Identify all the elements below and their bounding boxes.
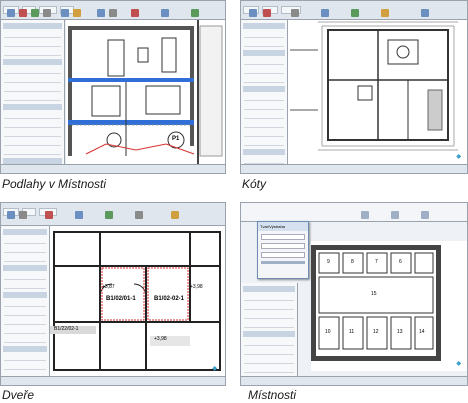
properties-palette[interactable]	[1, 226, 50, 379]
room-number: 13	[397, 329, 403, 335]
tool-icon[interactable]	[7, 211, 15, 219]
tool-icon[interactable]	[421, 9, 429, 17]
tool-icon[interactable]	[391, 211, 399, 219]
tool-icon[interactable]	[75, 211, 83, 219]
dimension-label: +3,87	[102, 284, 115, 290]
tool-icon[interactable]	[7, 9, 15, 17]
status-bar	[241, 376, 467, 385]
tool-icon[interactable]	[97, 9, 105, 17]
tool-icon[interactable]	[263, 9, 271, 17]
door-tag: B1/02-02-1	[154, 296, 185, 302]
tool-icon[interactable]	[19, 9, 27, 17]
ribbon	[241, 1, 467, 20]
caption-doors: Dveře	[2, 388, 35, 402]
tool-icon[interactable]	[249, 9, 257, 17]
dialog-field[interactable]	[261, 252, 305, 258]
room-number: 6	[399, 259, 402, 265]
tool-icon[interactable]	[61, 9, 69, 17]
properties-palette[interactable]	[241, 20, 288, 173]
caption-dimensions: Kóty	[242, 177, 267, 191]
tool-icon[interactable]	[361, 211, 369, 219]
status-bar	[1, 376, 225, 385]
drawing-canvas[interactable]: ◆	[288, 20, 467, 164]
tool-icon[interactable]	[421, 211, 429, 219]
room-number: 7	[375, 259, 378, 265]
ribbon	[1, 1, 225, 20]
drawing-canvas[interactable]: 9 8 7 6 15 10 11 12 13 14 ◆	[311, 241, 467, 371]
room-number: 15	[371, 291, 377, 297]
tool-icon[interactable]	[45, 211, 53, 219]
dialog-checkbox[interactable]	[261, 261, 305, 264]
tool-icon[interactable]	[109, 9, 117, 17]
properties-palette[interactable]	[241, 283, 298, 382]
status-bar	[241, 164, 467, 173]
door-tag: B1/22/02-1	[54, 326, 79, 332]
logo: ◆	[456, 154, 461, 160]
ribbon	[241, 203, 467, 222]
tool-icon[interactable]	[43, 9, 51, 17]
tool-icon[interactable]	[191, 9, 199, 17]
room-tag: P1	[171, 136, 180, 142]
screenshot-floors: P1	[0, 0, 226, 174]
drawing-canvas[interactable]: P1	[65, 20, 225, 164]
dialog-field[interactable]	[261, 243, 305, 249]
room-number: 9	[327, 259, 330, 265]
tool-icon[interactable]	[171, 211, 179, 219]
caption-floors: Podlahy v Místnosti	[2, 177, 107, 191]
tool-icon[interactable]	[351, 9, 359, 17]
caption-rooms: Místnosti	[248, 388, 297, 402]
screenshot-doors: +3,87 +3,98 B1/02/01-1 B1/02-02-1 B1/22/…	[0, 202, 226, 386]
room-number: 10	[325, 329, 331, 335]
tool-icon[interactable]	[19, 211, 27, 219]
room-number: 11	[349, 329, 355, 335]
drawing-canvas[interactable]: +3,87 +3,98 B1/02/01-1 B1/02-02-1 B1/22/…	[50, 226, 225, 376]
dialog-title-row: Tvar/Výstraha	[258, 222, 308, 231]
dimension-label: +3,98	[190, 284, 203, 290]
room-number: 12	[373, 329, 379, 335]
tool-icon[interactable]	[381, 9, 389, 17]
tool-icon[interactable]	[131, 9, 139, 17]
logo: ◆	[456, 361, 461, 367]
screenshot-rooms: Tvar/Výstraha 9 8 7 6 15 10 11 12 13 14 …	[240, 202, 468, 386]
properties-palette[interactable]	[1, 20, 65, 173]
door-tag: B1/02/01-1	[106, 296, 136, 302]
status-bar	[1, 164, 225, 173]
tool-icon[interactable]	[161, 9, 169, 17]
room-number: 8	[351, 259, 354, 265]
dialog-field[interactable]	[261, 234, 305, 240]
tool-icon[interactable]	[321, 9, 329, 17]
dimension-label: +3,98	[154, 336, 167, 342]
room-number: 14	[419, 329, 425, 335]
tool-icon[interactable]	[105, 211, 113, 219]
tool-icon[interactable]	[135, 211, 143, 219]
options-dialog[interactable]: Tvar/Výstraha	[257, 221, 309, 279]
tool-icon[interactable]	[291, 9, 299, 17]
tool-icon[interactable]	[31, 9, 39, 17]
screenshot-dimensions: ◆	[240, 0, 468, 174]
ribbon	[1, 203, 225, 226]
logo: ◆	[212, 366, 217, 372]
tool-icon[interactable]	[73, 9, 81, 17]
